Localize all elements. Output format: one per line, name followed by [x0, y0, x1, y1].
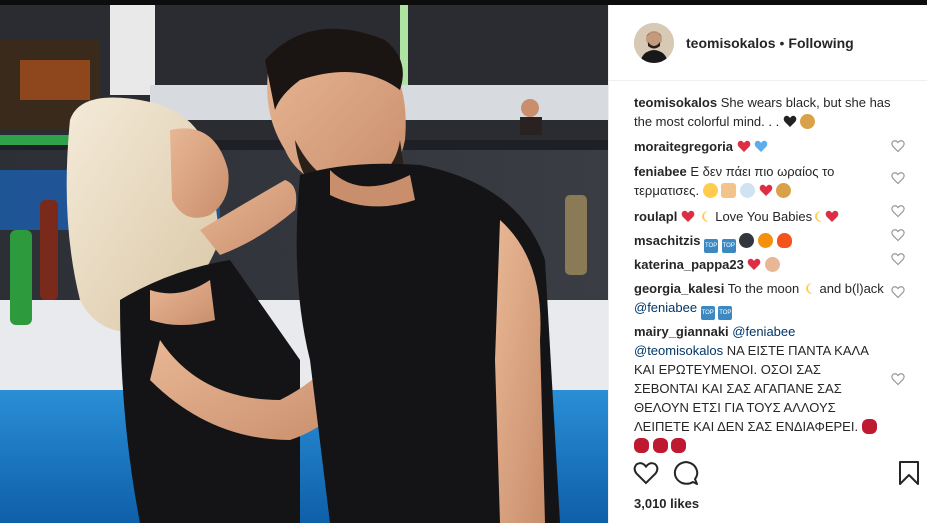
comment-row: mairy_giannaki @feniabee @teomisokalos Ν…: [634, 322, 879, 455]
comment-like-icon[interactable]: [891, 171, 905, 185]
moon-emoji: [699, 209, 712, 222]
top-arrow-emoji: TOP: [721, 239, 736, 253]
black-heart-emoji: [783, 114, 797, 127]
comment-username[interactable]: georgia_kalesi: [634, 281, 724, 296]
couple-emoji: [721, 183, 737, 198]
top-arrow-emoji: TOP: [718, 306, 733, 320]
mention-link[interactable]: @feniabee: [634, 300, 697, 315]
comment-username[interactable]: katerina_pappa23: [634, 257, 744, 272]
photo-illustration: [0, 0, 608, 523]
lips-emoji: [652, 438, 668, 453]
ring-emoji: [739, 183, 755, 198]
red-heart-emoji: [759, 183, 773, 196]
cookie-emoji: [776, 183, 792, 198]
comment-like-icon[interactable]: [891, 139, 905, 153]
comment-row: roulapl Love You Babies: [634, 207, 904, 226]
author-username[interactable]: teomisokalos: [686, 35, 775, 51]
blue-heart-emoji: [754, 139, 768, 152]
post-header: teomisokalos • Following: [609, 5, 927, 81]
grimace-emoji: [702, 183, 718, 198]
bookmark-save-icon[interactable]: [898, 460, 920, 486]
fire-emoji: [776, 233, 792, 248]
lips-emoji: [634, 438, 649, 453]
lips-emoji: [861, 419, 877, 434]
header-separator: •: [779, 34, 785, 51]
comment-row: moraitegregoria: [634, 137, 904, 156]
comment-row: feniabee Ε δεν πάει πιο ωραίος το τερματ…: [634, 162, 884, 200]
moon-emoji: [812, 209, 825, 222]
avatar-image: [634, 22, 674, 63]
red-heart-emoji: [747, 257, 761, 270]
like-heart-icon[interactable]: [633, 460, 659, 486]
comment-username[interactable]: feniabee: [634, 164, 687, 179]
follow-status-button[interactable]: Following: [788, 35, 853, 51]
explosion-emoji: [757, 233, 773, 248]
top-arrow-emoji: TOP: [700, 306, 715, 320]
comment-text: Love You Babies: [715, 209, 813, 224]
comment-username[interactable]: moraitegregoria: [634, 139, 733, 154]
comment-row: georgia_kalesi To the moon and b(l)ack @…: [634, 279, 884, 320]
post-photo: [0, 0, 608, 523]
cookie-emoji: [800, 114, 816, 129]
red-heart-emoji: [737, 139, 751, 152]
comment-like-icon[interactable]: [891, 228, 905, 242]
heart-exclamation-emoji: [681, 209, 695, 222]
post-sidebar: teomisokalos • Following teomisokalos Sh…: [608, 5, 927, 523]
comment-text-continued: and b(l)ack: [815, 281, 884, 296]
mention-link[interactable]: @teomisokalos: [634, 343, 723, 358]
heart-exclamation-emoji: [825, 209, 839, 222]
comment-username[interactable]: msachitzis: [634, 233, 700, 248]
comment-like-icon[interactable]: [891, 252, 905, 266]
post-action-bar: [633, 460, 927, 488]
moon-emoji: [803, 281, 816, 294]
author-avatar[interactable]: [634, 22, 674, 63]
ok-hand-emoji: [765, 257, 781, 272]
comment-row: katerina_pappa23: [634, 255, 904, 274]
comment-like-icon[interactable]: [891, 204, 905, 218]
comment-text: To the moon: [724, 281, 800, 296]
caption: teomisokalos She wears black, but she ha…: [634, 93, 909, 131]
caption-username[interactable]: teomisokalos: [634, 95, 717, 110]
bomb-emoji: [739, 233, 755, 248]
like-count[interactable]: 3,010 likes: [634, 496, 699, 511]
mention-link[interactable]: @feniabee: [732, 324, 795, 339]
lips-emoji: [671, 438, 687, 453]
comment-row: msachitzis TOP TOP: [634, 231, 904, 253]
top-border-strip: [0, 0, 927, 5]
top-arrow-emoji: TOP: [704, 239, 719, 253]
comment-bubble-icon[interactable]: [673, 460, 699, 486]
comment-username[interactable]: mairy_giannaki: [634, 324, 729, 339]
comment-like-icon[interactable]: [891, 285, 905, 299]
comment-like-icon[interactable]: [891, 372, 905, 386]
comment-username[interactable]: roulapl: [634, 209, 677, 224]
